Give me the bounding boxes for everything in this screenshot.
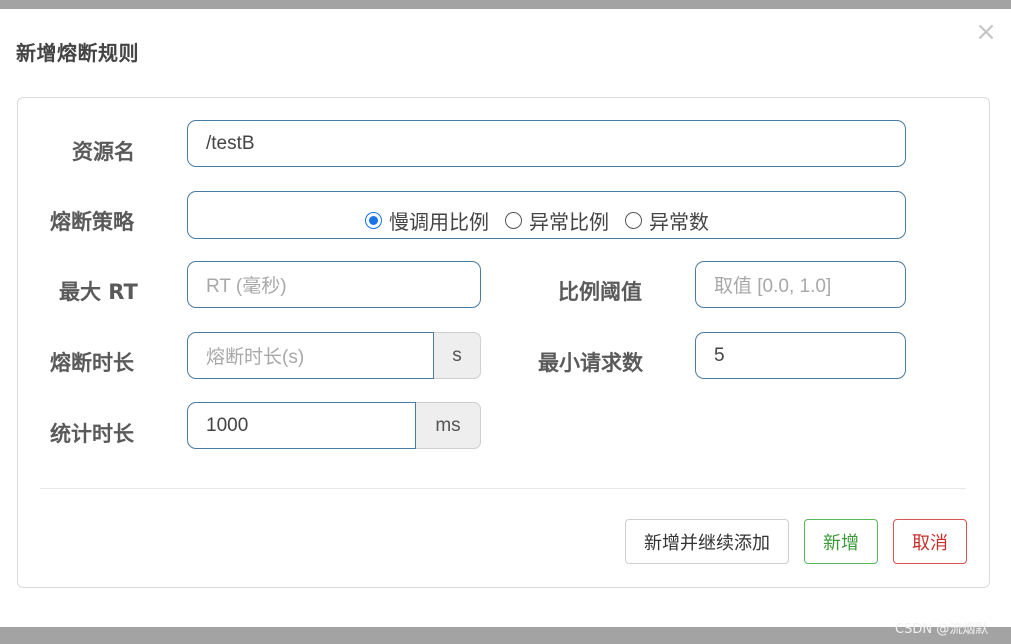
strategy-radio-group-box: 慢调用比例 异常比例 异常数 — [187, 191, 906, 239]
strategy-label: 熔断策略 — [50, 210, 134, 234]
radio-label-error-ratio: 异常比例 — [529, 210, 609, 234]
break-duration-label: 熔断时长 — [50, 351, 134, 375]
max-rt-input[interactable]: RT (毫秒) — [187, 261, 481, 308]
stat-duration-label: 统计时长 — [50, 422, 134, 446]
dialog-title: 新增熔断规则 — [16, 41, 139, 65]
ratio-threshold-label: 比例阈值 — [558, 280, 642, 304]
radio-checked-icon — [365, 212, 382, 229]
min-requests-label: 最小请求数 — [538, 351, 643, 375]
break-duration-input[interactable]: 熔断时长(s) — [187, 332, 434, 379]
break-duration-unit: s — [434, 332, 481, 379]
radio-unchecked-icon — [505, 212, 522, 229]
max-rt-label: 最大 RT — [59, 280, 138, 304]
form-panel: 资源名 /testB 熔断策略 慢调用比例 异常比例 异常数 最大 RT RT … — [17, 97, 990, 588]
strategy-radio-group: 慢调用比例 异常比例 异常数 — [365, 206, 725, 235]
radio-label-slow-call-ratio: 慢调用比例 — [389, 210, 489, 234]
stat-duration-unit: ms — [416, 402, 481, 449]
add-button[interactable]: 新增 — [804, 519, 878, 564]
radio-unchecked-icon — [625, 212, 642, 229]
stat-duration-input[interactable]: 1000 — [187, 402, 416, 449]
radio-error-ratio[interactable]: 异常比例 — [505, 206, 609, 235]
ratio-threshold-input[interactable]: 取值 [0.0, 1.0] — [695, 261, 906, 308]
resource-input[interactable]: /testB — [187, 120, 906, 167]
footer-divider — [40, 488, 966, 489]
cancel-button[interactable]: 取消 — [893, 519, 967, 564]
watermark: CSDN @流烟默 — [895, 622, 989, 637]
radio-label-error-count: 异常数 — [649, 210, 709, 234]
radio-error-count[interactable]: 异常数 — [625, 206, 709, 235]
close-icon[interactable]: × — [975, 19, 997, 45]
resource-label: 资源名 — [72, 140, 135, 164]
radio-slow-call-ratio[interactable]: 慢调用比例 — [365, 206, 489, 235]
min-requests-input[interactable]: 5 — [695, 332, 906, 379]
add-and-continue-button[interactable]: 新增并继续添加 — [625, 519, 789, 564]
add-circuit-breaker-dialog: 新增熔断规则 × 资源名 /testB 熔断策略 慢调用比例 异常比例 异常数 — [0, 9, 1011, 627]
